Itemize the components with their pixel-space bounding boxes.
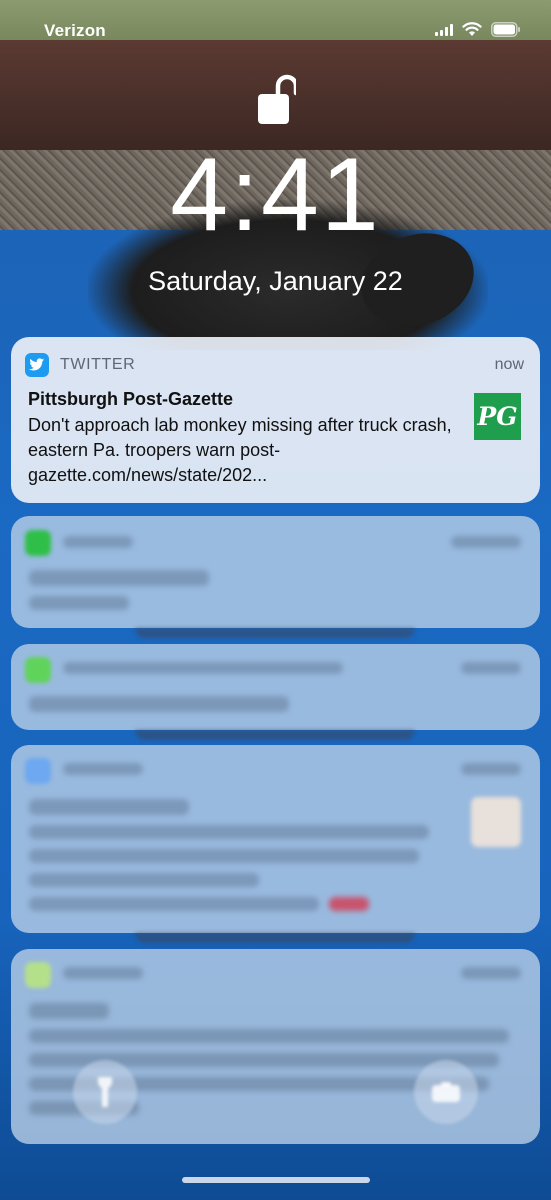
blurred-notification-twitter[interactable] [11, 745, 540, 933]
app-icon [25, 962, 51, 988]
notification-body: Don't approach lab monkey missing after … [28, 415, 452, 485]
twitter-bird-icon [25, 353, 49, 377]
status-icons [435, 22, 521, 37]
lock-screen-date: Saturday, January 22 [148, 266, 403, 296]
notification-header: TWITTER now [25, 352, 524, 378]
thumbnail-image [471, 797, 521, 847]
lock-screen-time: 4:41 [170, 137, 381, 253]
home-indicator[interactable] [182, 1177, 370, 1183]
phone-icon [25, 530, 51, 556]
wifi-icon [462, 22, 482, 37]
notification-time: now [494, 356, 524, 373]
camera-icon [432, 1082, 460, 1102]
post-gazette-thumbnail: PG [474, 393, 521, 440]
carrier-name: Verizon [44, 21, 106, 40]
status-bar: Verizon [0, 0, 551, 62]
blurred-notification-phone[interactable] [11, 516, 540, 628]
notification-app-name: TWITTER [60, 356, 136, 373]
signal-icon [435, 23, 453, 36]
blurred-notification-messages[interactable] [11, 644, 540, 730]
notification-title: Pittsburgh Post-Gazette [28, 389, 234, 409]
flashlight-icon [98, 1077, 112, 1107]
flashlight-button[interactable] [73, 1060, 137, 1124]
messages-icon [25, 657, 51, 683]
camera-button[interactable] [414, 1060, 478, 1124]
twitter-bird-icon [25, 758, 51, 784]
battery-icon [491, 22, 521, 37]
twitter-notification[interactable]: TWITTER now Pittsburgh Post-Gazette Don'… [11, 337, 540, 503]
unlocked-padlock-icon [256, 73, 299, 125]
